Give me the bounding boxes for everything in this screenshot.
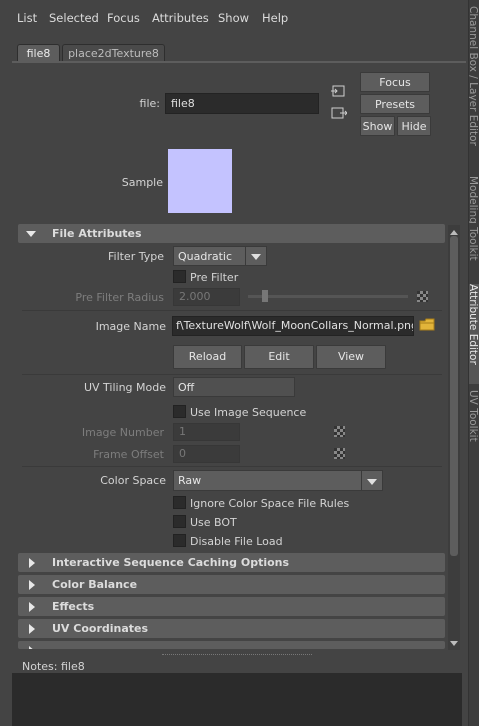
ignore-color-space-label: Ignore Color Space File Rules — [190, 497, 350, 510]
pre-filter-radius-slider[interactable] — [248, 295, 408, 298]
uv-tiling-mode-dropdown[interactable]: Off — [173, 377, 295, 397]
input-connection-icon[interactable] — [331, 84, 347, 98]
collapsed-arrow-icon — [29, 580, 35, 590]
notes-node-name: file8 — [60, 660, 85, 673]
color-space-dropdown[interactable]: Raw — [173, 470, 362, 491]
uv-tiling-mode-label: UV Tiling Mode — [83, 381, 166, 394]
show-button[interactable]: Show — [360, 116, 395, 136]
scroll-up-icon[interactable] — [449, 226, 459, 235]
collapsed-arrow-icon — [29, 602, 35, 612]
focus-button[interactable]: Focus — [360, 72, 430, 92]
sample-swatch — [168, 149, 232, 213]
ignore-color-space-checkbox[interactable] — [173, 496, 186, 509]
map-button-icon[interactable] — [417, 291, 428, 302]
expanded-arrow-icon — [26, 231, 36, 237]
collapsed-arrow-icon — [29, 624, 35, 634]
menu-list[interactable]: List — [17, 11, 37, 25]
use-image-sequence-label: Use Image Sequence — [190, 406, 307, 419]
filter-type-label: Filter Type — [107, 250, 164, 263]
section-effects[interactable]: Effects — [18, 597, 445, 616]
splitter-handle[interactable] — [162, 654, 312, 657]
pre-filter-checkbox[interactable] — [173, 270, 186, 283]
use-bot-label: Use BOT — [190, 516, 237, 529]
edit-button[interactable]: Edit — [244, 345, 314, 369]
pre-filter-radius-field[interactable]: 2.000 — [173, 288, 240, 306]
separator — [22, 466, 442, 467]
image-name-label: Image Name — [95, 320, 166, 333]
section-title: Color Balance — [52, 578, 138, 591]
disable-file-load-checkbox[interactable] — [173, 534, 186, 547]
frame-offset-label: Frame Offset — [93, 448, 164, 461]
section-file-attributes[interactable]: File Attributes — [18, 224, 445, 243]
map-button-icon[interactable] — [334, 448, 345, 459]
section-interactive-sequence-caching[interactable]: Interactive Sequence Caching Options — [18, 553, 445, 572]
disable-file-load-label: Disable File Load — [190, 535, 283, 548]
pre-filter-label: Pre Filter — [190, 271, 239, 284]
presets-button[interactable]: Presets — [360, 94, 430, 114]
scroll-down-icon[interactable] — [449, 638, 459, 646]
hide-button[interactable]: Hide — [397, 116, 431, 136]
menu-help[interactable]: Help — [262, 11, 288, 25]
menu-show[interactable]: Show — [218, 11, 249, 25]
section-uv-coordinates[interactable]: UV Coordinates — [18, 619, 445, 638]
file-name-field[interactable]: file8 — [165, 93, 319, 114]
separator — [22, 374, 442, 375]
collapsed-arrow-icon — [29, 646, 35, 649]
slider-handle[interactable] — [262, 290, 268, 302]
image-number-label: Image Number — [81, 426, 164, 439]
tab-place2dtexture8[interactable]: place2dTexture8 — [62, 44, 165, 62]
side-tab-channel-box[interactable]: Channel Box / Layer Editor — [469, 6, 479, 166]
notes-textarea[interactable] — [12, 673, 462, 726]
side-tab-uv-toolkit[interactable]: UV Toolkit — [469, 390, 479, 460]
file-label: file: — [139, 97, 160, 110]
color-space-label: Color Space — [100, 474, 166, 487]
menu-bar: List Selected Focus Attributes Show Help — [0, 0, 468, 34]
side-tab-attribute-editor[interactable]: Attribute Editor — [469, 284, 479, 384]
section-partially-hidden[interactable] — [18, 641, 445, 649]
section-title: Interactive Sequence Caching Options — [52, 556, 290, 569]
sample-label: Sample — [121, 176, 163, 189]
map-button-icon[interactable] — [334, 426, 345, 437]
image-name-field[interactable]: f\TextureWolf\Wolf_MoonCollars_Normal.pn… — [172, 316, 414, 336]
section-title: Effects — [52, 600, 95, 613]
pre-filter-radius-label: Pre Filter Radius — [75, 291, 164, 304]
chevron-down-icon[interactable] — [245, 246, 267, 266]
menu-focus[interactable]: Focus — [107, 11, 140, 25]
menu-attributes[interactable]: Attributes — [152, 11, 209, 25]
filter-type-dropdown[interactable]: Quadratic — [173, 246, 246, 266]
tab-underline — [12, 61, 466, 63]
image-number-field[interactable]: 1 — [173, 423, 240, 441]
menu-selected[interactable]: Selected — [49, 11, 99, 25]
section-title: UV Coordinates — [52, 622, 149, 635]
section-color-balance[interactable]: Color Balance — [18, 575, 445, 594]
reload-button[interactable]: Reload — [173, 345, 242, 369]
scrollbar-thumb[interactable] — [450, 236, 458, 556]
folder-icon[interactable] — [419, 318, 436, 332]
tab-file8[interactable]: file8 — [17, 44, 60, 62]
use-bot-checkbox[interactable] — [173, 515, 186, 528]
output-connection-icon[interactable] — [331, 106, 348, 120]
collapsed-arrow-icon — [29, 558, 35, 568]
chevron-down-icon[interactable] — [361, 470, 383, 491]
side-tab-strip: Channel Box / Layer Editor Modeling Tool… — [468, 0, 479, 726]
section-title: File Attributes — [52, 227, 142, 240]
side-tab-modeling-toolkit[interactable]: Modeling Toolkit — [469, 176, 479, 276]
use-image-sequence-checkbox[interactable] — [173, 405, 186, 418]
notes-label: Notes: file8 — [22, 660, 85, 673]
separator — [22, 310, 442, 311]
frame-offset-field[interactable]: 0 — [173, 445, 240, 463]
view-button[interactable]: View — [316, 345, 386, 369]
